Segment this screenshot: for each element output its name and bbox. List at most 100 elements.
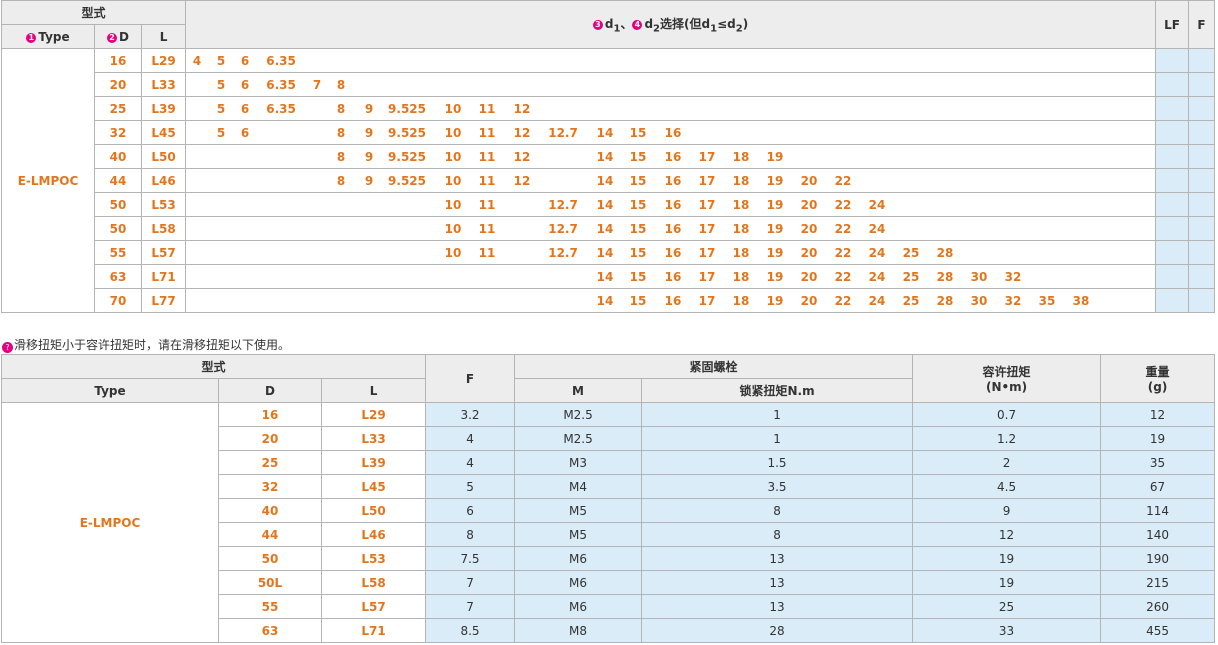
allowable-torque-cell: 9 — [912, 498, 1102, 523]
bolt-m-cell: M4 — [514, 474, 643, 499]
bore-size: 10 — [444, 102, 462, 116]
bore-size: 24 — [868, 246, 886, 260]
l-cell: L58 — [140, 216, 187, 241]
lock-torque-header: 锁紧扭矩N.m — [641, 378, 914, 403]
bore-size: 24 — [868, 294, 886, 308]
bore-size: 6.35 — [266, 102, 296, 116]
bore-size: 16 — [664, 198, 682, 212]
spec-d-cell: 44 — [218, 522, 322, 547]
spec-f-cell: 4 — [425, 426, 516, 451]
bore-size: 22 — [834, 174, 852, 188]
spec-f-cell: 4 — [425, 450, 516, 475]
bolt-header: 紧固螺栓 — [514, 354, 914, 379]
bore-size: 5 — [216, 102, 226, 116]
bore-size: 17 — [698, 174, 716, 188]
bore-row: 55 L57 10 11 12.7 14 15 16 17 18 19 20 22 24 25 28 — [2, 240, 1216, 265]
allowable-torque-cell: 33 — [912, 618, 1102, 643]
bore-size: 11 — [478, 150, 496, 164]
bore-size: 9.525 — [388, 174, 427, 188]
bore-size: 12.7 — [548, 246, 578, 260]
f-cell — [1188, 72, 1216, 97]
bore-size: 32 — [1004, 270, 1022, 284]
bore-size: 8 — [336, 174, 346, 188]
bolt-m-cell: M6 — [514, 546, 643, 571]
lf-cell — [1155, 168, 1190, 193]
spec-f-cell: 3.2 — [425, 402, 516, 427]
bore-size: 11 — [478, 222, 496, 236]
spec-l-cell: L71 — [320, 618, 427, 643]
bore-size: 19 — [766, 270, 784, 284]
spec-d-cell: 50L — [218, 570, 322, 595]
lock-torque-cell: 13 — [641, 570, 914, 595]
bore-sizes: 10 11 12.7 14 15 16 17 18 19 20 22 24 — [187, 218, 1155, 240]
warning-icon: ? — [2, 342, 13, 353]
bore-size: 18 — [732, 198, 750, 212]
bore-row: 63 L71 14 15 16 17 18 19 20 22 24 25 28 30 32 — [2, 264, 1216, 289]
spec-d-cell: 50 — [218, 546, 322, 571]
bore-size: 28 — [936, 270, 954, 284]
bore-sizes-cell: 4 5 6 6.35 — [185, 48, 1157, 73]
bore-row: 40 L50 8 9 9.525 10 11 12 14 15 16 17 18 19 — [2, 144, 1216, 169]
bore-size: 17 — [698, 270, 716, 284]
f-cell — [1188, 192, 1216, 217]
bore-size: 14 — [596, 126, 614, 140]
bore-size: 9 — [364, 126, 374, 140]
spec-type-cell: E-LMPOC — [1, 402, 219, 643]
bore-size: 16 — [664, 126, 682, 140]
lock-torque-cell: 1 — [641, 402, 914, 427]
spec-d-cell: 32 — [218, 474, 322, 499]
weight-cell: 140 — [1100, 522, 1216, 547]
bore-size: 9.525 — [388, 102, 427, 116]
spec-l-cell: L53 — [320, 546, 427, 571]
bore-size: 11 — [478, 198, 496, 212]
bore-size: 15 — [629, 174, 647, 188]
l-cell: L50 — [140, 144, 187, 169]
bore-size: 18 — [732, 150, 750, 164]
allowable-torque-cell: 0.7 — [912, 402, 1102, 427]
bore-size: 20 — [800, 246, 818, 260]
slip-torque-note: ? 滑移扭矩小于容许扭矩时，请在滑移扭矩以下使用。 — [2, 337, 290, 353]
f-cell — [1188, 120, 1216, 145]
f-cell — [1188, 96, 1216, 121]
bore-sizes-cell: 5 6 6.35 7 8 — [185, 72, 1157, 97]
bore-size: 10 — [444, 198, 462, 212]
bore-sizes-cell: 14 15 16 17 18 19 20 22 24 25 28 30 32 35 38 — [185, 288, 1157, 313]
bolt-m-cell: M2.5 — [514, 426, 643, 451]
weight-cell: 455 — [1100, 618, 1216, 643]
lock-torque-cell: 8 — [641, 522, 914, 547]
lock-torque-cell: 13 — [641, 546, 914, 571]
bore-size: 19 — [766, 150, 784, 164]
bolt-m-cell: M6 — [514, 594, 643, 619]
spec-d-header: D — [218, 378, 322, 403]
weight-cell: 190 — [1100, 546, 1216, 571]
spec-type-header: Type — [1, 378, 219, 403]
bore-size: 22 — [834, 270, 852, 284]
bore-size: 20 — [800, 222, 818, 236]
allowable-torque-cell: 19 — [912, 570, 1102, 595]
bolt-m-cell: M3 — [514, 450, 643, 475]
spec-model-header: 型式 — [0, 354, 427, 379]
bore-size: 12.7 — [548, 126, 578, 140]
d-cell: 40 — [94, 144, 142, 169]
lf-cell — [1155, 120, 1190, 145]
l-cell: L46 — [140, 168, 187, 193]
bore-size: 9.525 — [388, 150, 427, 164]
bore-size: 22 — [834, 246, 852, 260]
bore-size: 18 — [732, 246, 750, 260]
weight-cell: 114 — [1100, 498, 1216, 523]
allowable-torque-cell: 19 — [912, 546, 1102, 571]
spec-f-cell: 7.5 — [425, 546, 516, 571]
bore-size: 14 — [596, 294, 614, 308]
bolt-m-cell: M2.5 — [514, 402, 643, 427]
bore-size: 19 — [766, 294, 784, 308]
specification-table: 型式 F 紧固螺栓 容许扭矩 (N•m) 重量 (g) Type D L M 锁紧扭… — [0, 354, 1216, 643]
bore-size: 17 — [698, 294, 716, 308]
bore-size: 4 — [192, 54, 202, 68]
spec-row: E-LMPOC 16 L29 3.2 M2.5 1 0.7 12 — [1, 402, 1216, 643]
bore-sizes-cell: 5 6 6.35 8 9 9.525 10 11 12 — [185, 96, 1157, 121]
bore-size: 14 — [596, 150, 614, 164]
bore-size: 9 — [364, 102, 374, 116]
bore-size: 10 — [444, 174, 462, 188]
bore-size: 11 — [478, 126, 496, 140]
bore-size: 10 — [444, 150, 462, 164]
